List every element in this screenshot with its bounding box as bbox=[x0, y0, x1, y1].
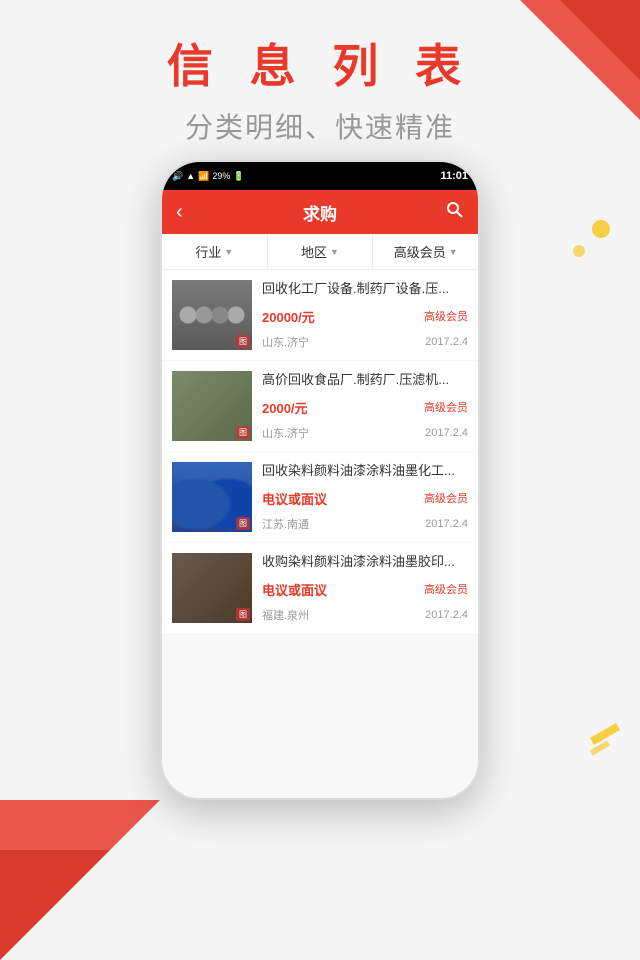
item-date: 2017.2.4 bbox=[425, 427, 468, 439]
filter-member[interactable]: 高级会员 ▼ bbox=[373, 234, 478, 269]
item-date: 2017.2.4 bbox=[425, 609, 468, 621]
image-count-icon: 图 bbox=[236, 517, 250, 530]
item-price: 20000/元 bbox=[262, 307, 315, 326]
search-button[interactable] bbox=[436, 201, 464, 224]
wifi-icon: ▲ bbox=[186, 171, 195, 181]
item-image-4: 图 bbox=[172, 553, 252, 623]
deco-yellow-dot-1 bbox=[592, 220, 610, 238]
page-title: 信 息 列 表 bbox=[0, 30, 640, 96]
page-subtitle: 分类明细、快速精准 bbox=[0, 106, 640, 146]
item-content-1: 回收化工厂设备.制药厂设备.压... 20000/元 高级会员 山东.济宁 20… bbox=[262, 280, 468, 350]
page-title-area: 信 息 列 表 分类明细、快速精准 bbox=[0, 30, 640, 146]
item-date: 2017.2.4 bbox=[425, 336, 468, 348]
item-location: 山东.济宁 bbox=[262, 334, 309, 350]
filter-bar: 行业 ▼ 地区 ▼ 高级会员 ▼ bbox=[162, 234, 478, 270]
battery-icon: 🔋 bbox=[233, 171, 244, 182]
chevron-down-icon-3: ▼ bbox=[449, 247, 458, 257]
status-bar: 🔊 ▲ 📶 29% 🔋 11:01 bbox=[162, 162, 478, 190]
list-item[interactable]: 图 回收染料颜料油漆涂料油墨化工... 电议或面议 高级会员 江苏.南通 201… bbox=[162, 452, 478, 542]
item-location: 山东.济宁 bbox=[262, 425, 309, 441]
signal-bars: 📶 bbox=[198, 171, 209, 182]
item-image-1: 图 bbox=[172, 280, 252, 350]
item-row-meta: 山东.济宁 2017.2.4 bbox=[262, 425, 468, 441]
product-list: 图 回收化工厂设备.制药厂设备.压... 20000/元 高级会员 山东.济宁 … bbox=[162, 270, 478, 798]
item-price: 电议或面议 bbox=[262, 489, 327, 508]
phone-screen: 🔊 ▲ 📶 29% 🔋 11:01 ‹ 求购 行业 ▼ bbox=[160, 160, 480, 800]
image-count-icon: 图 bbox=[236, 426, 250, 439]
member-badge: 高级会员 bbox=[424, 399, 468, 415]
chevron-down-icon-2: ▼ bbox=[330, 247, 339, 257]
item-row-price: 2000/元 高级会员 bbox=[262, 398, 468, 417]
item-content-3: 回收染料颜料油漆涂料油墨化工... 电议或面议 高级会员 江苏.南通 2017.… bbox=[262, 462, 468, 532]
filter-industry-label: 行业 bbox=[195, 242, 221, 261]
phone-mockup: 🔊 ▲ 📶 29% 🔋 11:01 ‹ 求购 行业 ▼ bbox=[160, 160, 480, 800]
item-price: 2000/元 bbox=[262, 398, 308, 417]
list-item[interactable]: 图 高价回收食品厂.制药厂.压滤机... 2000/元 高级会员 山东.济宁 2… bbox=[162, 361, 478, 451]
signal-info: 🔊 ▲ 📶 29% 🔋 bbox=[172, 171, 245, 182]
header-title: 求购 bbox=[204, 200, 436, 225]
image-count-icon: 图 bbox=[236, 608, 250, 621]
filter-industry[interactable]: 行业 ▼ bbox=[162, 234, 268, 269]
item-content-4: 收购染料颜料油漆涂料油墨胶印... 电议或面议 高级会员 福建.泉州 2017.… bbox=[262, 553, 468, 623]
status-time: 11:01 bbox=[440, 170, 468, 182]
item-row-price: 20000/元 高级会员 bbox=[262, 307, 468, 326]
list-item[interactable]: 图 回收化工厂设备.制药厂设备.压... 20000/元 高级会员 山东.济宁 … bbox=[162, 270, 478, 360]
item-title: 回收染料颜料油漆涂料油墨化工... bbox=[262, 462, 468, 480]
item-row-price: 电议或面议 高级会员 bbox=[262, 489, 468, 508]
item-row-price: 电议或面议 高级会员 bbox=[262, 580, 468, 599]
item-title: 收购染料颜料油漆涂料油墨胶印... bbox=[262, 553, 468, 571]
filter-region[interactable]: 地区 ▼ bbox=[268, 234, 374, 269]
deco-yellow-dot-2 bbox=[573, 245, 585, 257]
item-title: 回收化工厂设备.制药厂设备.压... bbox=[262, 280, 468, 298]
item-row-meta: 江苏.南通 2017.2.4 bbox=[262, 516, 468, 532]
app-header: ‹ 求购 bbox=[162, 190, 478, 234]
search-icon bbox=[446, 201, 464, 219]
item-price: 电议或面议 bbox=[262, 580, 327, 599]
item-date: 2017.2.4 bbox=[425, 518, 468, 530]
item-content-2: 高价回收食品厂.制药厂.压滤机... 2000/元 高级会员 山东.济宁 201… bbox=[262, 371, 468, 441]
member-badge: 高级会员 bbox=[424, 308, 468, 324]
chevron-down-icon-1: ▼ bbox=[224, 247, 233, 257]
item-location: 福建.泉州 bbox=[262, 607, 309, 623]
item-title: 高价回收食品厂.制药厂.压滤机... bbox=[262, 371, 468, 389]
item-location: 江苏.南通 bbox=[262, 516, 309, 532]
filter-member-label: 高级会员 bbox=[394, 242, 446, 261]
battery-percent: 29% bbox=[212, 171, 230, 181]
filter-region-label: 地区 bbox=[301, 242, 327, 261]
list-item[interactable]: 图 收购染料颜料油漆涂料油墨胶印... 电议或面议 高级会员 福建.泉州 201… bbox=[162, 543, 478, 633]
deco-triangle-bottom-left-2 bbox=[0, 850, 110, 960]
back-button[interactable]: ‹ bbox=[176, 201, 204, 224]
member-badge: 高级会员 bbox=[424, 581, 468, 597]
item-row-meta: 福建.泉州 2017.2.4 bbox=[262, 607, 468, 623]
volume-icon: 🔊 bbox=[172, 171, 183, 182]
item-row-meta: 山东.济宁 2017.2.4 bbox=[262, 334, 468, 350]
image-count-icon: 图 bbox=[236, 335, 250, 348]
item-image-2: 图 bbox=[172, 371, 252, 441]
item-image-3: 图 bbox=[172, 462, 252, 532]
member-badge: 高级会员 bbox=[424, 490, 468, 506]
